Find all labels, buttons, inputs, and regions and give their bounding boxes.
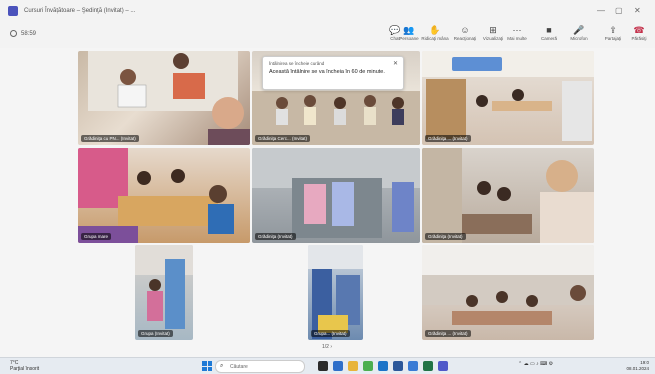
video-tile[interactable]: Grădiniţa ... (Invitat) (422, 245, 594, 340)
edge-icon[interactable] (378, 361, 388, 371)
video-tile[interactable]: Grupa (Invitat) (135, 245, 193, 340)
participant-name: Grădiniţa cu PN... (Invitat) (81, 135, 139, 142)
teams-icon[interactable] (438, 361, 448, 371)
smile-icon: ☺ (460, 25, 470, 35)
share-icon: ⇪ (609, 25, 617, 35)
task-view-icon[interactable] (318, 361, 328, 371)
store-icon[interactable] (408, 361, 418, 371)
people-icon: 👥 (403, 25, 415, 35)
video-tile[interactable]: Grădiniţa (Invitat) (252, 148, 420, 243)
people-button[interactable]: 👥 Persoane (396, 24, 422, 46)
close-button[interactable]: ✕ (634, 6, 641, 15)
weather-widget[interactable]: 7°C Parţial însorit (10, 360, 39, 372)
mic-button[interactable]: 🎤 Microfon (566, 24, 592, 46)
notice-close-icon[interactable]: ✕ (393, 60, 398, 67)
word-icon[interactable] (393, 361, 403, 371)
window-title: Cursuri Învățătoare – Şedinţă (Invitat) … (24, 8, 136, 14)
notice-text: Această întâlnire se va încheia în 60 de… (269, 69, 385, 75)
video-tile[interactable]: Grupa mare (78, 148, 250, 243)
mic-icon: 🎤 (573, 25, 585, 35)
shield-icon (10, 30, 17, 37)
video-tile[interactable]: Grădiniţa (Invitat) (422, 148, 594, 243)
maximize-button[interactable]: ▢ (615, 6, 623, 15)
participant-name: Grădiniţa ... (Invitat) (425, 330, 471, 337)
notice-heading: Întâlnirea se încheie curând (269, 61, 325, 66)
minimize-button[interactable]: — (597, 6, 605, 15)
raise-hand-button[interactable]: ✋ Ridicaţi mâna (421, 24, 448, 46)
excel-icon[interactable] (423, 361, 433, 371)
widgets-icon[interactable] (333, 361, 343, 371)
teams-window: Cursuri Învățătoare – Şedinţă (Invitat) … (0, 0, 655, 357)
taskbar-search[interactable]: ⌕ Căutare (215, 360, 305, 373)
search-placeholder: Căutare (230, 364, 248, 370)
view-button[interactable]: ⊞ Vizualizaţi (480, 24, 506, 46)
participant-name: Grădiniţa (Invitat) (255, 233, 296, 240)
windows-taskbar: 7°C Parţial însorit ⌕ Căutare ⌃ ☁ ▭ ♪ ⌨ … (0, 357, 655, 374)
camera-icon: ■ (546, 25, 552, 35)
file-explorer-icon[interactable] (348, 361, 358, 371)
video-tile[interactable]: Grădiniţa ... (Invitat) (422, 51, 594, 145)
start-button[interactable] (202, 361, 212, 371)
more-icon: ⋯ (512, 25, 522, 35)
page-indicator[interactable]: 1/2 › (322, 344, 332, 350)
more-button[interactable]: ⋯ Mai multe (504, 24, 530, 46)
weather-desc: Parţial însorit (10, 366, 40, 372)
clock[interactable]: 19:0 08.01.2024 (626, 360, 649, 372)
participant-name: Grupa (Invitat) (138, 330, 173, 337)
system-tray[interactable]: ⌃ ☁ ▭ ♪ ⌨ ⚙ (518, 361, 553, 367)
participant-name: Grădiniţa (Invitat) (425, 233, 466, 240)
participant-name: Grădiniţa Cerc... (Invitat) (255, 135, 311, 142)
phone-icon: ☎ (633, 25, 645, 35)
grid-icon: ⊞ (489, 25, 497, 35)
participant-name: Grupa... (Invitat) (311, 330, 350, 337)
teams-logo-icon (8, 6, 18, 16)
title-bar: Cursuri Învățătoare – Şedinţă (Invitat) … (0, 0, 655, 22)
react-button[interactable]: ☺ Reacţionaţi (452, 24, 478, 46)
meeting-toolbar: 58:59 💬 Chat 👥 Persoane ✋ Ridicaţi mâna … (0, 22, 655, 48)
leave-button[interactable]: ☎ Părăsiţi (626, 24, 652, 46)
hand-icon: ✋ (429, 25, 441, 35)
participant-name: Grupa mare (81, 233, 112, 240)
video-tile[interactable]: Grădiniţa cu PN... (Invitat) (78, 51, 250, 145)
share-button[interactable]: ⇪ Partajaţi (600, 24, 626, 46)
clock-date: 08.01.2024 (626, 366, 649, 371)
participant-name: Grădiniţa ... (Invitat) (425, 135, 471, 142)
video-tile[interactable]: Grupa... (Invitat) (308, 245, 363, 340)
meeting-ending-notice: Întâlnirea se încheie curând Această înt… (262, 56, 404, 90)
chrome-icon[interactable] (363, 361, 373, 371)
search-icon: ⌕ (220, 363, 224, 369)
timer-text: 58:59 (21, 30, 37, 37)
camera-button[interactable]: ■ Cameră (536, 24, 562, 46)
meeting-timer: 58:59 (10, 30, 36, 37)
